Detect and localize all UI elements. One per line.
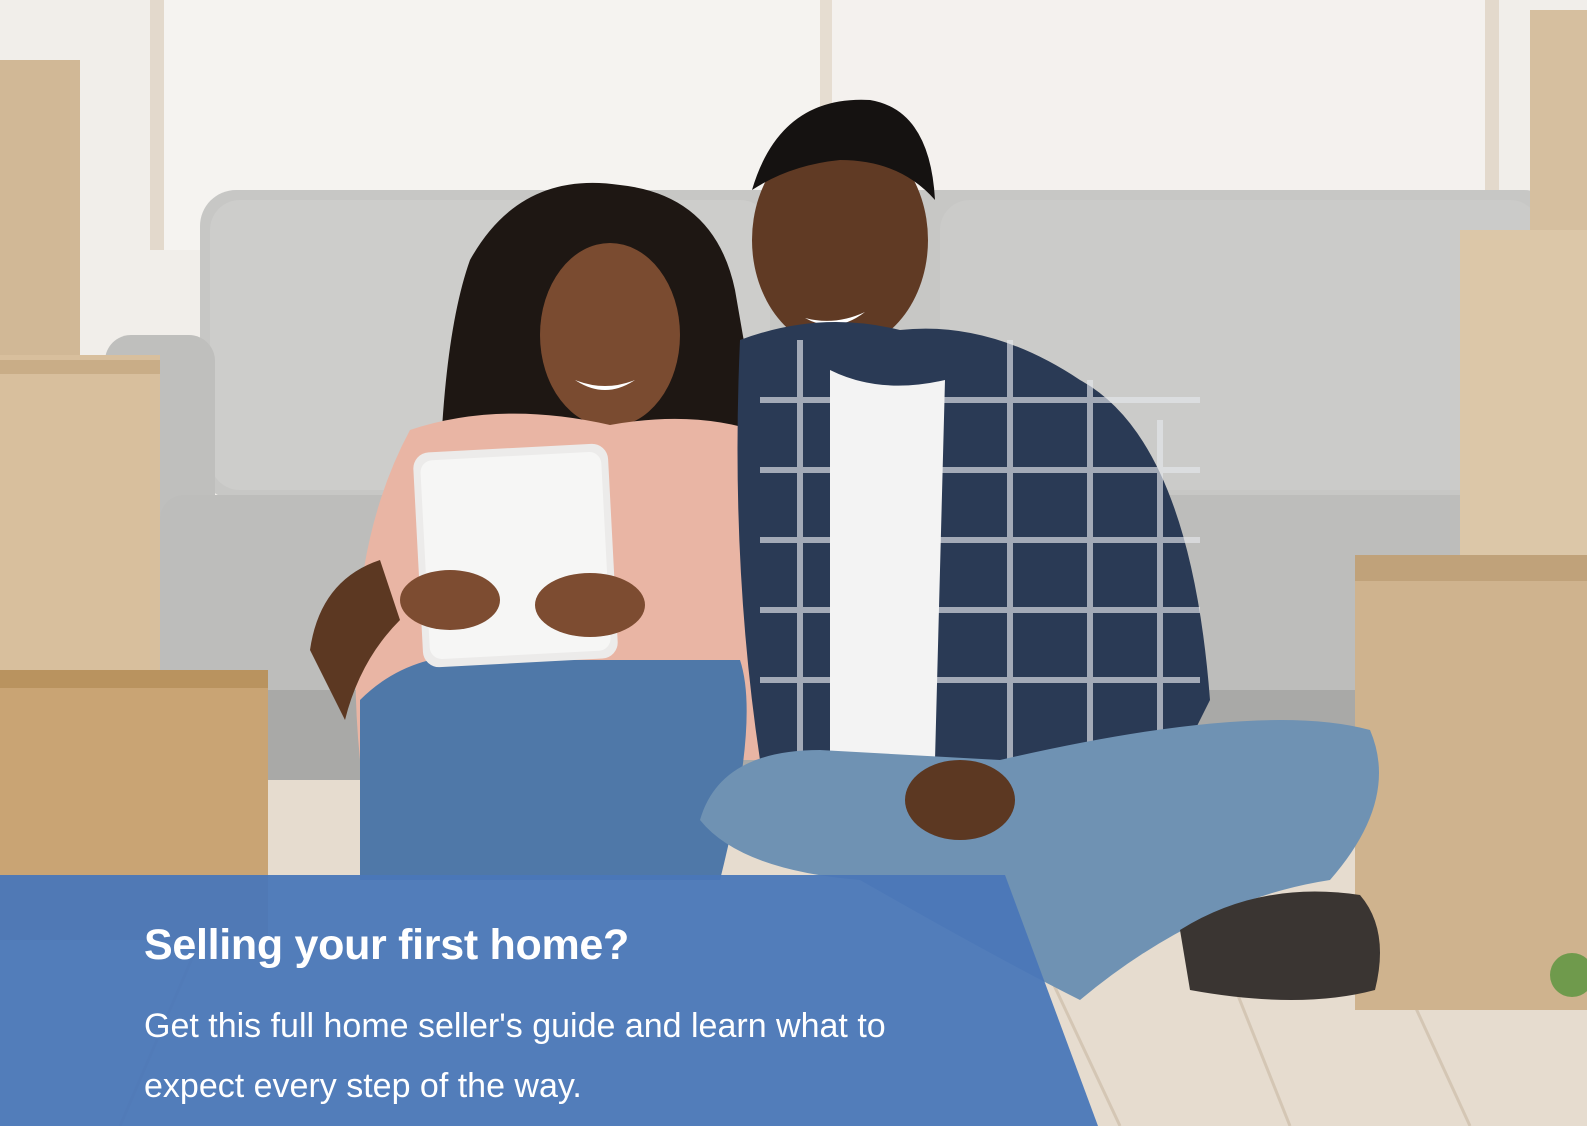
promo-headline: Selling your first home? (144, 921, 629, 969)
promo-body-text: Get this full home seller's guide and le… (144, 1007, 886, 1105)
promo-copy: Selling your first home? Get this full h… (144, 918, 1004, 1116)
